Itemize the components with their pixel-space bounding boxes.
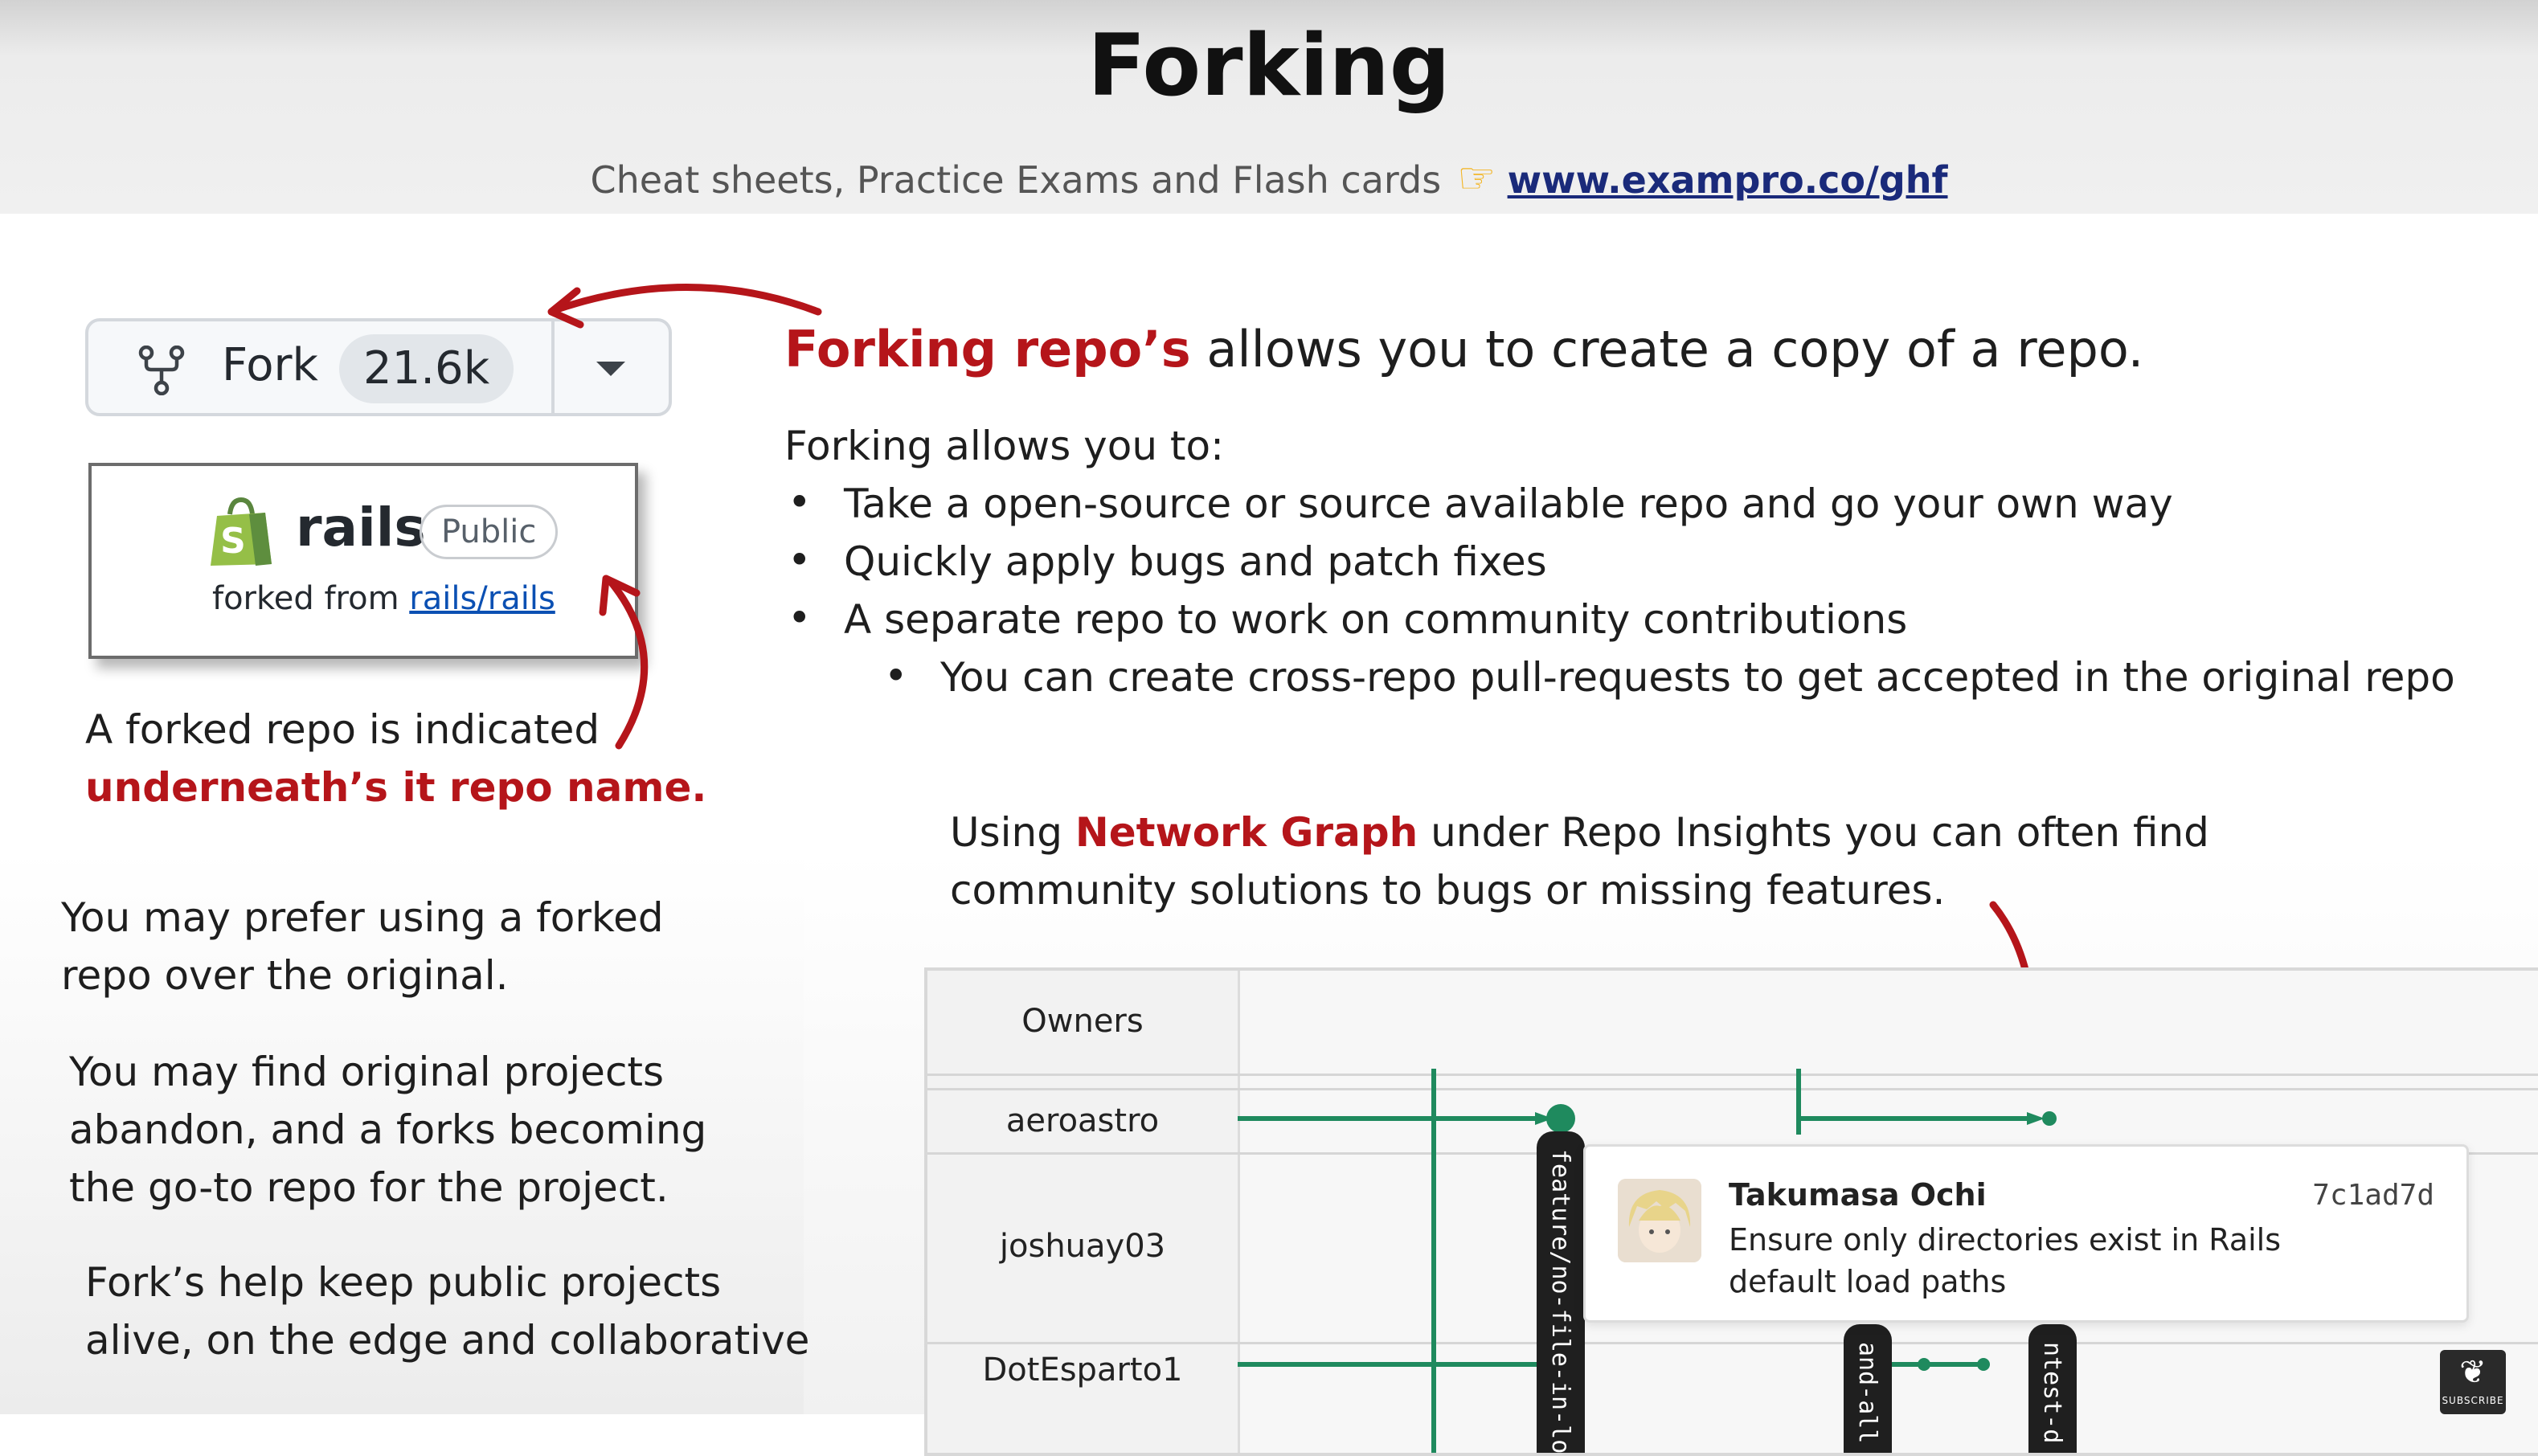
forking-list-item-text: A separate repo to work on community con… (844, 596, 1908, 643)
left-paragraph-3-line1: Fork’s help keep public projects (85, 1259, 722, 1306)
header-subtitle: Cheat sheets, Practice Exams and Flash c… (0, 153, 2538, 203)
forked-caption: A forked repo is indicated underneath’s … (85, 701, 706, 816)
commit-node (1918, 1358, 1930, 1371)
anime-avatar-icon (1618, 1179, 1701, 1262)
forked-from-prefix: forked from (212, 580, 399, 617)
commit-hash[interactable]: 7c1ad7d (2312, 1179, 2434, 1212)
commit-node (1546, 1104, 1575, 1133)
bullet-dot: • (884, 652, 908, 699)
svg-text:S: S (220, 521, 246, 562)
left-paragraph-1-line2: repo over the original. (61, 952, 509, 999)
bullet-dot: • (788, 537, 812, 583)
shopify-bag-logo: S (211, 497, 272, 566)
exampro-link[interactable]: www.exampro.co/ghf (1508, 158, 1948, 202)
bullet-dot: • (788, 479, 812, 526)
caret-down-icon (596, 362, 625, 376)
avatar (1618, 1179, 1701, 1262)
forked-repo-card: S rails Public forked from rails/rails (88, 463, 638, 659)
forking-list-sub-item: • You can create cross-repo pull-request… (884, 652, 2455, 701)
headline-rest: allows you to create a copy of a repo. (1190, 320, 2144, 378)
public-badge: Public (420, 505, 559, 559)
subtitle-text: Cheat sheets, Practice Exams and Flash c… (590, 158, 1442, 202)
forking-list-sub-item-text: You can create cross-repo pull-requests … (940, 654, 2455, 701)
repo-name: rails (296, 497, 426, 558)
subscribe-button[interactable]: ❦ SUBSCRIBE (2440, 1350, 2506, 1414)
fork-icon (138, 346, 185, 395)
commit-author: Takumasa Ochi (1729, 1177, 1987, 1213)
network-text-line1: Using Network Graph under Repo Insights … (950, 809, 2209, 856)
subscribe-label: SUBSCRIBE (2442, 1395, 2504, 1406)
forked-caption-line2: underneath’s it repo name. (85, 764, 707, 811)
commit-tooltip: Takumasa Ochi 7c1ad7d Ensure only direct… (1583, 1144, 2469, 1323)
branch-arrowhead (2027, 1112, 2045, 1125)
network-graph-term: Network Graph (1075, 809, 1418, 856)
headline-red: Forking repo’s (784, 320, 1191, 378)
commit-message: Ensure only directories exist in Rails d… (1729, 1222, 2282, 1299)
forking-list-item: • Quickly apply bugs and patch fixes (788, 537, 1547, 585)
commit-node (2042, 1111, 2057, 1126)
branch-label[interactable]: and-all (1844, 1324, 1892, 1453)
forking-list-item-text: Take a open-source or source available r… (844, 481, 2173, 527)
forking-list-item-text: Quickly apply bugs and patch fixes (844, 538, 1547, 585)
left-paragraph-3: Fork’s help keep public projects alive, … (85, 1254, 809, 1369)
forked-from-line: forked from rails/rails (212, 580, 555, 617)
freecodecamp-flame-icon: ❦ (2459, 1354, 2487, 1391)
headline: Forking repo’s allows you to create a co… (784, 320, 2143, 378)
slide-header: Forking Cheat sheets, Practice Exams and… (0, 0, 2538, 214)
left-paragraph-2-line3: the go-to repo for the project. (69, 1164, 669, 1211)
fork-label: Fork (222, 339, 318, 391)
left-paragraph-3-line2: alive, on the edge and collaborative (85, 1317, 810, 1364)
forked-caption-line1: A forked repo is indicated (85, 706, 600, 753)
forking-list-item: • A separate repo to work on community c… (788, 595, 1908, 643)
left-paragraph-1: You may prefer using a forked repo over … (61, 889, 664, 1004)
bullet-dot: • (788, 595, 812, 641)
forking-list-item: • Take a open-source or source available… (788, 479, 2173, 527)
left-paragraph-1-line1: You may prefer using a forked (61, 894, 664, 941)
page-title: Forking (1087, 16, 1451, 115)
branch-label[interactable]: ntest-d (2028, 1324, 2077, 1453)
fork-count-badge: 21.6k (339, 334, 514, 403)
commit-node (1977, 1358, 1990, 1371)
left-paragraph-2-line2: abandon, and a forks becoming (69, 1106, 707, 1153)
left-paragraph-2: You may find original projects abandon, … (69, 1043, 706, 1217)
upstream-repo-link[interactable]: rails/rails (409, 580, 555, 617)
forking-list-intro: Forking allows you to: (784, 423, 1224, 469)
left-paragraph-2-line1: You may find original projects (69, 1049, 665, 1095)
branch-label[interactable]: feature/no-file-in-load (1537, 1131, 1585, 1453)
pointing-hand-icon: ☞ (1457, 153, 1496, 203)
